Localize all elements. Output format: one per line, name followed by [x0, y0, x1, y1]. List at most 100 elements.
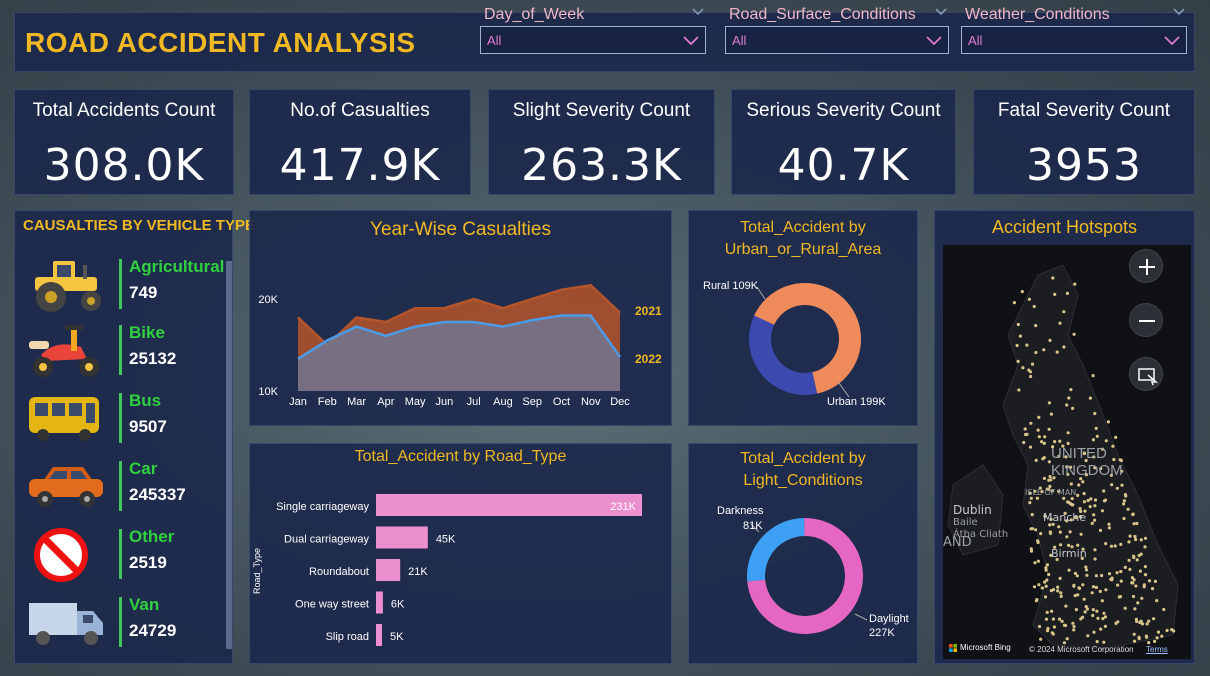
map-terms-link[interactable]: Terms — [1146, 645, 1168, 654]
light-conditions-donut-chart[interactable]: Darkness 81K Daylight 227K — [689, 444, 919, 665]
hotspot-dot — [1037, 435, 1041, 439]
hotspot-dot — [1138, 569, 1142, 573]
vehicle-accent-bar — [119, 529, 122, 579]
hotspot-dot — [1094, 426, 1098, 430]
hotspot-dot — [1039, 532, 1043, 536]
van-icon — [29, 603, 103, 645]
hotspot-dot — [1048, 531, 1053, 535]
slice-label-darkness: Darkness — [717, 505, 764, 517]
hotspot-dot — [1039, 637, 1043, 641]
hotspot-dot — [1074, 608, 1078, 612]
hotspot-dot — [1127, 540, 1131, 544]
hotspot-dot — [1090, 521, 1094, 525]
hotspot-dot — [1058, 321, 1062, 325]
map-label-dublin: Dublin — [953, 503, 992, 517]
hotspot-dot — [1132, 639, 1137, 643]
hotspot-dot — [1037, 583, 1041, 587]
hotspot-dot — [1058, 576, 1062, 580]
hotspot-dot — [1071, 406, 1075, 410]
hotspot-dot — [1095, 640, 1099, 644]
vehicle-accent-bar — [119, 461, 122, 511]
road-type-bar-chart[interactable]: Road_Type Single carriageway 231K Dual carr… — [250, 444, 673, 665]
kpi-value: 3953 — [1026, 140, 1142, 191]
y-axis-title: Road_Type — [252, 548, 262, 594]
hotspot-dot — [1044, 584, 1048, 588]
hotspot-dot — [1042, 441, 1046, 445]
hotspot-dot — [1142, 583, 1146, 587]
vehicle-list-scrollbar[interactable] — [226, 261, 232, 649]
hotspot-dot — [1062, 345, 1066, 349]
leader-line — [854, 613, 868, 621]
zoom-out-button[interactable] — [1129, 303, 1163, 337]
hotspot-dot — [1025, 432, 1029, 436]
hotspot-dot — [1051, 617, 1055, 621]
hotspot-dot — [1093, 518, 1097, 522]
y-tick-label: Dual carriageway — [284, 534, 369, 546]
weather-dropdown[interactable]: All — [961, 26, 1187, 54]
hotspot-dot — [1034, 458, 1038, 462]
hotspot-dot — [1094, 574, 1098, 578]
hotspot-dot — [1099, 627, 1103, 631]
vehicle-accent-bar — [119, 597, 122, 647]
hotspot-dot — [1095, 609, 1099, 613]
map-canvas[interactable]: UNITED KINGDOM ISLE OF MAN Dublin Baile … — [943, 245, 1191, 659]
hotspot-dot — [1170, 628, 1174, 632]
hotspot-dot — [1092, 630, 1096, 634]
slicer-value: All — [968, 33, 983, 48]
map-label-text: KINGDOM — [1051, 462, 1123, 479]
hotspot-dot — [1095, 434, 1099, 438]
hotspot-dot — [1017, 388, 1021, 392]
hotspot-dot — [1120, 483, 1124, 487]
hotspot-dot — [1076, 593, 1080, 597]
hotspot-dot — [1134, 584, 1138, 588]
bing-text: Microsoft Bing — [960, 643, 1011, 652]
hotspot-dot — [1027, 297, 1031, 301]
hotspot-dot — [1134, 617, 1138, 621]
hotspot-dot — [1135, 521, 1139, 526]
data-label: 45K — [436, 534, 456, 546]
chevron-down-icon[interactable] — [1173, 8, 1185, 16]
hotspot-dot — [1131, 594, 1136, 599]
vehicle-row-car: Car 245337 — [15, 457, 225, 517]
zoom-in-button[interactable] — [1129, 249, 1163, 283]
hotspot-dot — [1079, 617, 1083, 621]
year-wise-area-chart[interactable]: 10K 20K Jan Feb Mar Apr May Jun Jul Aug Sep Oct Nov D… — [250, 211, 673, 427]
hotspot-dot — [1109, 544, 1114, 548]
hotspot-dot — [1132, 554, 1136, 558]
select-area-button[interactable] — [1129, 357, 1163, 391]
kpi-value: 263.3K — [521, 140, 682, 191]
kpi-value: 40.7K — [777, 140, 910, 191]
road-surface-dropdown[interactable]: All — [725, 26, 949, 54]
hotspot-dot — [1122, 499, 1126, 503]
hotspot-dot — [1044, 566, 1048, 570]
slicer-weather[interactable]: Weather_Conditions All — [961, 4, 1187, 58]
slicer-road-surface[interactable]: Road_Surface_Conditions All — [725, 4, 949, 58]
hotspot-dot — [1016, 322, 1020, 327]
vehicle-row-bike: Bike 25132 — [15, 321, 225, 381]
hotspot-dot — [1113, 544, 1117, 548]
day-of-week-dropdown[interactable]: All — [480, 26, 706, 54]
data-label: 6K — [391, 599, 405, 611]
kpi-card-fatal-severity: Fatal Severity Count 3953 — [973, 89, 1195, 195]
hotspot-dot — [1091, 438, 1095, 442]
hotspot-dot — [1023, 427, 1027, 431]
hotspot-dot — [1143, 573, 1148, 577]
hotspot-dot — [1145, 635, 1149, 639]
hotspot-dot — [1102, 611, 1106, 615]
hotspot-dot — [1046, 626, 1050, 631]
hotspot-dot — [1069, 388, 1073, 392]
hotspot-dot — [1106, 420, 1110, 424]
chevron-down-icon[interactable] — [935, 8, 947, 16]
chevron-down-icon[interactable] — [692, 8, 704, 16]
map-label-birmingham: Birmin — [1051, 547, 1087, 560]
slice-value-daylight: 227K — [869, 627, 895, 639]
slicer-day-of-week[interactable]: Day_of_Week All — [480, 4, 706, 58]
slice-label-urban: Urban 199K — [827, 396, 886, 408]
hotspot-dot — [1052, 625, 1056, 629]
hotspot-dot — [1020, 290, 1024, 294]
slice-label-rural: Rural 109K — [703, 280, 759, 292]
hotspot-dot — [1058, 439, 1062, 443]
vehicle-panel-title: CAUSALTIES BY VEHICLE TYPE — [23, 217, 255, 234]
urban-rural-donut-chart[interactable]: Rural 109K Urban 199K — [689, 211, 919, 427]
hotspot-dot — [1110, 483, 1114, 487]
